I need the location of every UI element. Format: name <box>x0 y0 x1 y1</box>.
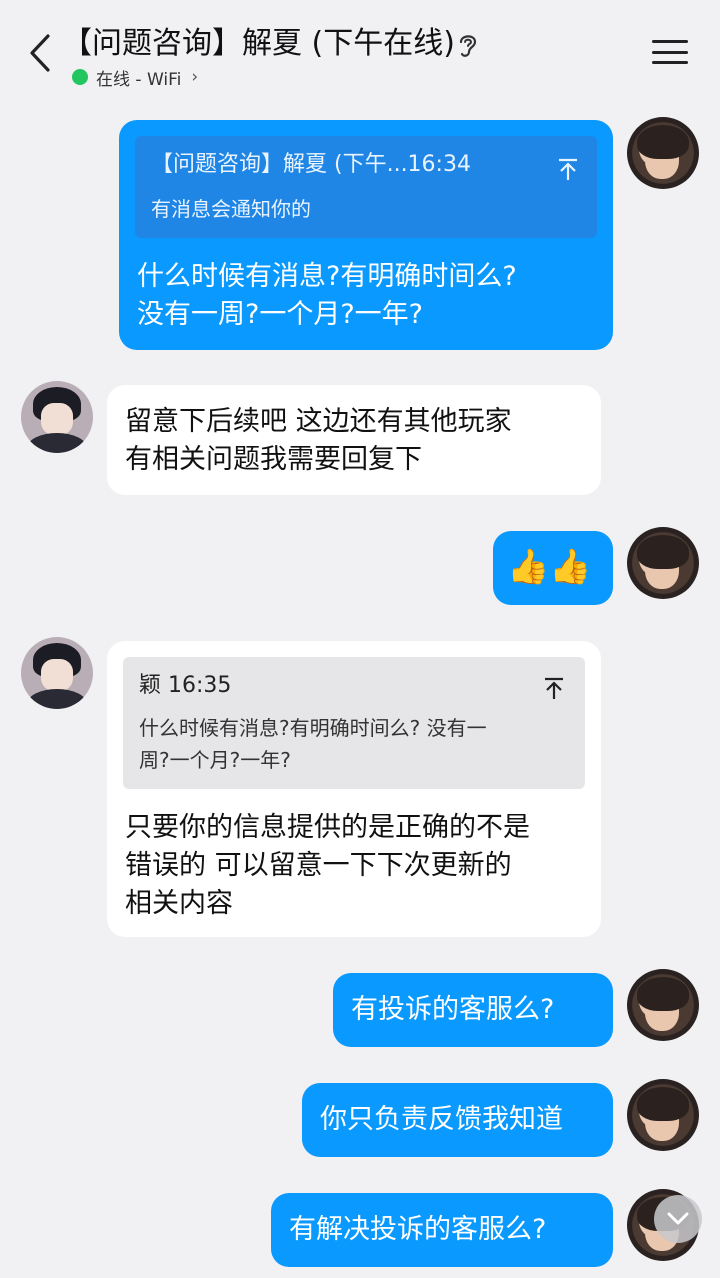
ear-icon[interactable] <box>455 30 481 60</box>
quoted-message[interactable]: 【问题咨询】解夏 (下午...16:34 有消息会通知你的 <box>135 136 597 238</box>
jump-to-top-icon[interactable] <box>557 158 579 182</box>
quote-header: 【问题咨询】解夏 (下午...16:34 <box>151 152 471 177</box>
quoted-message[interactable]: 颖 16:35 什么时候有消息?有明确时间么? 没有一 周?一个月?一年? <box>123 657 585 789</box>
self-avatar[interactable] <box>627 527 699 599</box>
message-text: 有解决投诉的客服么? <box>289 1214 547 1245</box>
online-status[interactable]: 在线 - WiFi › <box>72 64 198 90</box>
message-text: 有投诉的客服么? <box>351 994 555 1025</box>
self-avatar[interactable] <box>627 969 699 1041</box>
message-bubble[interactable]: 有解决投诉的客服么? <box>271 1193 613 1267</box>
message-text: 有相关问题我需要回复下 <box>125 444 422 475</box>
quote-header: 颖 16:35 <box>139 673 232 698</box>
chevron-left-icon <box>30 34 50 72</box>
message-text: 留意下后续吧 这边还有其他玩家 <box>125 406 512 437</box>
message-text: 什么时候有消息?有明确时间么? <box>137 261 517 292</box>
scroll-to-bottom-button[interactable] <box>654 1195 702 1243</box>
message-text: 没有一周?一个月?一年? <box>137 299 423 330</box>
quote-text: 什么时候有消息?有明确时间么? 没有一 <box>139 716 487 740</box>
jump-to-top-icon[interactable] <box>543 677 565 701</box>
menu-button[interactable] <box>652 36 688 68</box>
chevron-right-icon: › <box>191 67 199 87</box>
online-dot-icon <box>72 69 88 85</box>
chevron-down-icon <box>667 1212 689 1225</box>
message-text: 错误的 可以留意一下下次更新的 <box>125 850 512 881</box>
quote-text: 有消息会通知你的 <box>151 197 311 221</box>
message-bubble[interactable]: 有投诉的客服么? <box>333 973 613 1047</box>
message-bubble[interactable]: 👍👍 <box>493 531 613 605</box>
agent-avatar[interactable] <box>21 637 93 709</box>
quote-text: 周?一个月?一年? <box>139 748 291 772</box>
message-bubble[interactable]: 【问题咨询】解夏 (下午...16:34 有消息会通知你的 什么时候有消息?有明… <box>119 120 613 350</box>
menu-icon <box>652 40 688 43</box>
message-bubble[interactable]: 留意下后续吧 这边还有其他玩家 有相关问题我需要回复下 <box>107 385 601 495</box>
chat-header: 【问题咨询】解夏 (下午在线) 在线 - WiFi › <box>0 0 720 100</box>
self-avatar[interactable] <box>627 1079 699 1151</box>
agent-avatar[interactable] <box>21 381 93 453</box>
message-text: 你只负责反馈我知道 <box>320 1104 563 1135</box>
message-text: 相关内容 <box>125 888 233 919</box>
thumbs-up-emoji: 👍👍 <box>507 547 592 587</box>
self-avatar[interactable] <box>627 117 699 189</box>
message-bubble[interactable]: 你只负责反馈我知道 <box>302 1083 613 1157</box>
chat-title[interactable]: 【问题咨询】解夏 (下午在线) <box>62 24 455 64</box>
message-text: 只要你的信息提供的是正确的不是 <box>125 812 530 843</box>
status-text: 在线 - WiFi <box>96 69 182 90</box>
message-bubble[interactable]: 颖 16:35 什么时候有消息?有明确时间么? 没有一 周?一个月?一年? 只要… <box>107 641 601 937</box>
back-button[interactable] <box>24 32 56 74</box>
